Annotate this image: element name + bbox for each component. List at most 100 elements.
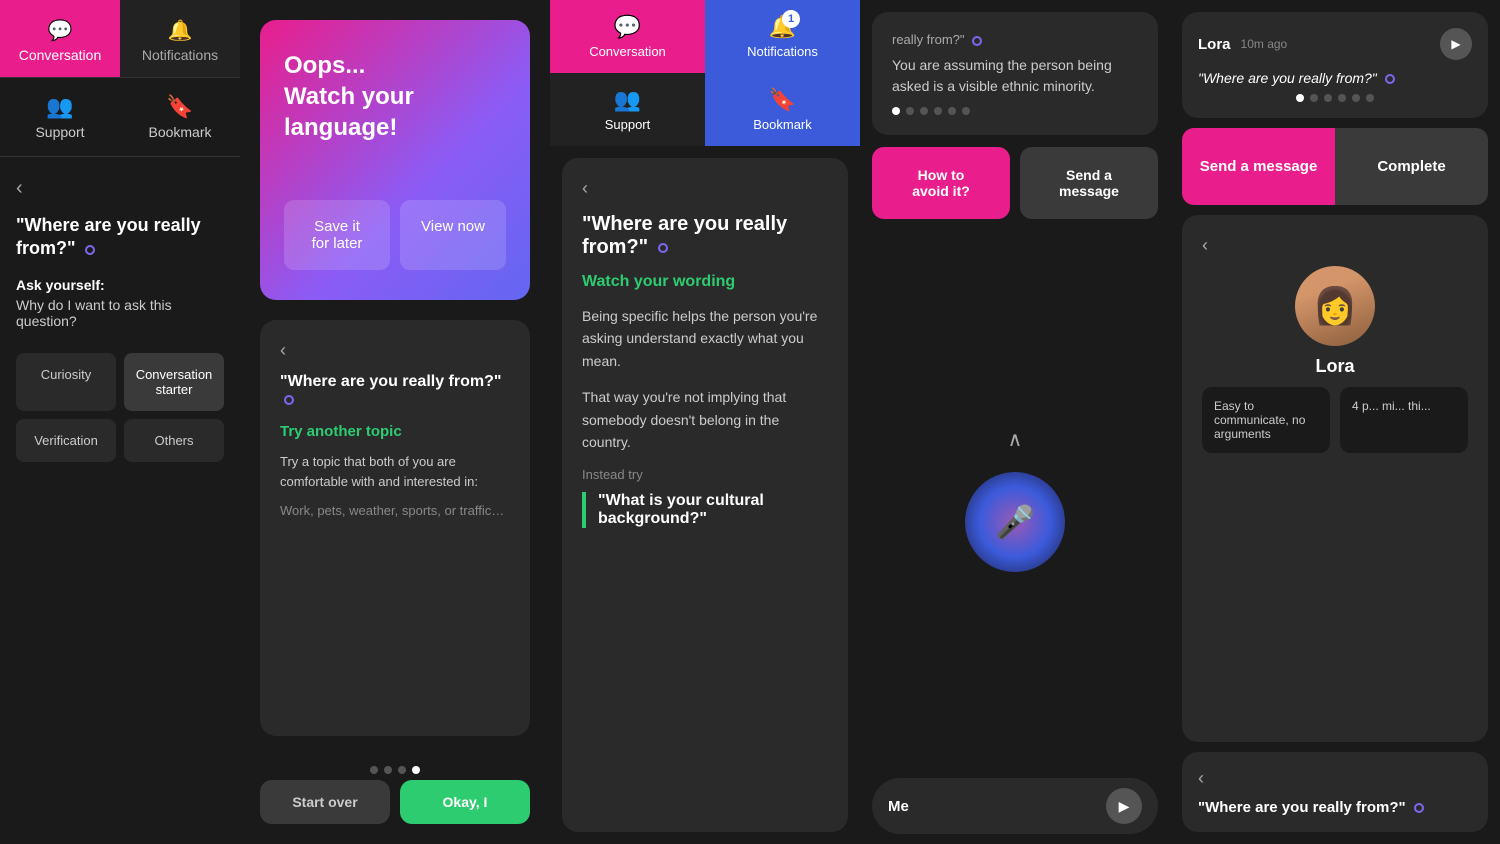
dot-2 [384, 766, 392, 774]
support-icon: 👥 [0, 94, 120, 120]
panel-oops: Oops... Watch your language! Save itfor … [240, 0, 550, 844]
mid-conversation-icon: 💬 [560, 14, 695, 40]
question-dot [85, 245, 95, 255]
right-top-text: really from?" You are assuming the perso… [872, 12, 1158, 135]
fr-dot-6 [1366, 94, 1374, 102]
me-play-btn[interactable]: ▶ [1106, 788, 1142, 824]
fr-avatar: 👩 [1295, 266, 1375, 346]
play-icon: ▶ [1119, 798, 1130, 815]
oops-buttons: Save itfor later View now [284, 200, 506, 270]
try-another-heading: Try another topic [280, 423, 510, 440]
save-btn[interactable]: Save itfor later [284, 200, 390, 270]
category-verification[interactable]: Verification [16, 419, 116, 462]
oops-title-line1: Oops... [284, 50, 506, 81]
fr-play-icon: ▶ [1451, 37, 1460, 51]
top-tabs: 💬 Conversation 🔔 Notifications [0, 0, 240, 78]
fr-chat-dot [1385, 74, 1395, 84]
category-others[interactable]: Others [124, 419, 224, 462]
dot-3 [398, 766, 406, 774]
avoid-btn[interactable]: How toavoid it? [872, 147, 1010, 219]
mid-instead-label: Instead try [582, 467, 828, 482]
try-back-arrow[interactable]: ‹ [280, 340, 510, 361]
tab-notifications[interactable]: 🔔 Notifications [120, 0, 240, 77]
tab-notifications-label: Notifications [142, 47, 218, 63]
panel-right-mid: really from?" You are assuming the perso… [860, 0, 1170, 844]
mid-back-arrow[interactable]: ‹ [582, 178, 828, 199]
fr-send-btn[interactable]: Send a message [1182, 128, 1335, 205]
oops-title-line2: Watch your language! [284, 81, 506, 143]
mic-chevron-icon: ∧ [1008, 427, 1023, 452]
fr-action-btns: Send a message Complete [1182, 128, 1488, 205]
tab-conversation[interactable]: 💬 Conversation [0, 0, 120, 77]
tab-conversation-label: Conversation [19, 47, 102, 63]
fr-bottom-chat: ‹ "Where are you really from?" [1182, 752, 1488, 832]
fr-review-2: 4 p... mi... thi... [1340, 387, 1468, 453]
category-conversation-starter[interactable]: Conversation starter [124, 353, 224, 411]
right-top-prefix: really from?" [892, 32, 1138, 47]
mid-nav: 💬 Conversation 🔔 Notifications 1 👥 Suppo… [550, 0, 860, 146]
conversation-icon: 💬 [10, 18, 110, 43]
mic-button[interactable]: 🎤 [965, 472, 1065, 572]
mid-notifications-label: Notifications [747, 44, 818, 59]
mid-heading: Watch your wording [582, 273, 828, 291]
fr-bottom-back[interactable]: ‹ [1198, 768, 1472, 789]
fr-chat-header: Lora 10m ago ▶ [1198, 28, 1472, 60]
fr-top-chat: Lora 10m ago ▶ "Where are you really fro… [1182, 12, 1488, 118]
mid-support-icon: 👥 [560, 87, 695, 113]
r-dot-5 [948, 107, 956, 115]
try-question: "Where are you really from?" [280, 373, 510, 409]
fr-chat-bubble: "Where are you really from?" [1198, 70, 1472, 86]
notification-badge: 1 [782, 10, 800, 28]
microphone-icon: 🎤 [995, 503, 1035, 541]
category-grid: Curiosity Conversation starter Verificat… [16, 353, 224, 462]
r-dot-1 [892, 107, 900, 115]
support-tab[interactable]: 👥 Support [0, 94, 120, 140]
oops-pagination [240, 756, 550, 780]
bookmark-label: Bookmark [148, 124, 211, 140]
fr-back-arrow[interactable]: ‹ [1202, 235, 1208, 256]
me-label: Me [888, 798, 1096, 815]
start-over-btn[interactable]: Start over [260, 780, 390, 824]
view-btn[interactable]: View now [400, 200, 506, 270]
mid-question-dot [658, 243, 668, 253]
me-row: Me ▶ [872, 778, 1158, 834]
fr-pagination [1198, 94, 1472, 102]
sidebar-content: ‹ "Where are you really from?" Ask yours… [0, 157, 240, 844]
mid-nav-conversation[interactable]: 💬 Conversation [550, 0, 705, 73]
mid-nav-notifications[interactable]: 🔔 Notifications 1 [705, 0, 860, 73]
send-msg-btn[interactable]: Send amessage [1020, 147, 1158, 219]
right-top-dot [972, 36, 982, 46]
mid-alt-question: "What is your cultural background?" [582, 492, 828, 528]
okay-btn[interactable]: Okay, I [400, 780, 530, 824]
bottom-tabs: 👥 Support 🔖 Bookmark [0, 78, 240, 157]
back-arrow[interactable]: ‹ [16, 177, 224, 200]
fr-dot-1 [1296, 94, 1304, 102]
fr-chat-name: Lora [1198, 36, 1231, 53]
bookmark-icon: 🔖 [120, 94, 240, 120]
fr-bottom-dot [1414, 803, 1424, 813]
fr-complete-btn[interactable]: Complete [1335, 128, 1488, 205]
right-top-body: You are assuming the person being asked … [892, 55, 1138, 97]
try-question-dot [284, 395, 294, 405]
mid-nav-bookmark[interactable]: 🔖 Bookmark [705, 73, 860, 146]
r-dot-2 [906, 107, 914, 115]
mid-body1: Being specific helps the person you're a… [582, 305, 828, 372]
fr-review-1: Easy to communicate, no arguments [1202, 387, 1330, 453]
fr-dot-4 [1338, 94, 1346, 102]
mid-conversation-label: Conversation [589, 44, 666, 59]
bookmark-tab[interactable]: 🔖 Bookmark [120, 94, 240, 140]
r-dot-4 [934, 107, 942, 115]
category-curiosity[interactable]: Curiosity [16, 353, 116, 411]
mid-bookmark-label: Bookmark [753, 117, 812, 132]
ask-yourself-label: Ask yourself: [16, 277, 224, 293]
fr-bottom-question: "Where are you really from?" [1198, 799, 1472, 816]
support-label: Support [35, 124, 84, 140]
mid-question: "Where are you really from?" [582, 213, 828, 259]
notifications-icon: 🔔 [130, 18, 230, 43]
fr-profile-section: ‹ 👩 Lora Easy to communicate, no argumen… [1182, 215, 1488, 742]
right-action-btns: How toavoid it? Send amessage [872, 147, 1158, 219]
mid-nav-support[interactable]: 👥 Support [550, 73, 705, 146]
fr-play-btn[interactable]: ▶ [1440, 28, 1472, 60]
try-desc: Try a topic that both of you are comfort… [280, 452, 510, 491]
fr-dot-2 [1310, 94, 1318, 102]
